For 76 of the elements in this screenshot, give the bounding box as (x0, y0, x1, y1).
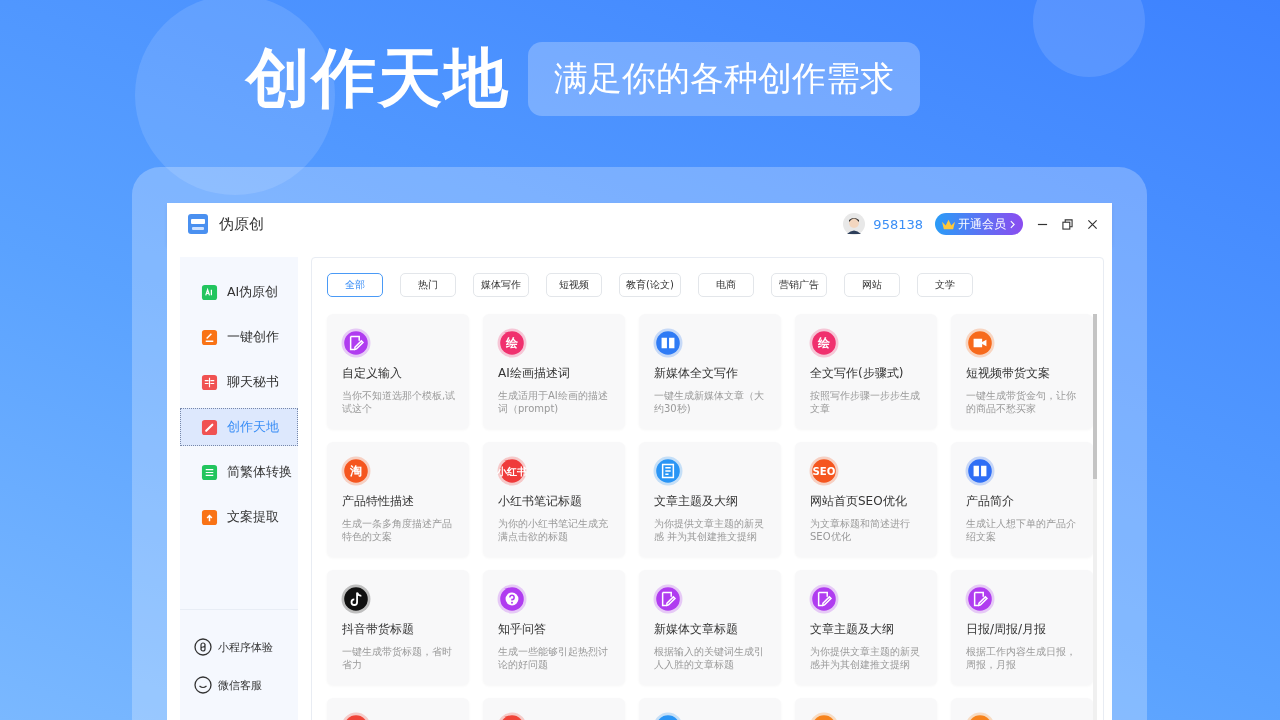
card-description: 根据输入的关键词生成引人入胜的文章标题 (654, 645, 765, 671)
category-tab[interactable]: 热门 (400, 273, 456, 297)
avatar-icon[interactable] (843, 213, 866, 235)
app-logo-icon (187, 213, 209, 235)
sidebar-link[interactable]: 微信客服 (194, 676, 298, 694)
sidebar-item[interactable]: 聊天秘书 (180, 363, 298, 401)
question-icon (497, 584, 527, 614)
category-tab[interactable]: 短视频 (546, 273, 602, 297)
close-icon[interactable] (1087, 218, 1098, 230)
tiktok-icon (341, 584, 371, 614)
badge-icon: 绘 (809, 328, 839, 358)
card-title: 日报/周报/月报 (966, 621, 1048, 638)
category-tab[interactable]: 营销广告 (770, 273, 827, 297)
template-card[interactable]: 产品简介 生成让人想下单的产品介绍文案 (951, 442, 1093, 557)
card-title: 文章主题及大纲 (654, 493, 739, 510)
category-tab[interactable]: 电商 (697, 273, 754, 297)
card-title: 抖音带货标题 (342, 621, 415, 638)
window-title: 伪原创 (219, 214, 264, 234)
card-description: 为你提供文章主题的新灵感 并为其创建推文提纲 (654, 517, 765, 543)
badge-icon: 绘 (497, 328, 527, 358)
video-icon (965, 328, 995, 358)
card-title: 网站首页SEO优化 (810, 493, 908, 510)
card-description: 为文章标题和简述进行SEO优化 (810, 517, 911, 543)
vip-button[interactable]: 开通会员 (935, 213, 1023, 235)
card-title: 产品简介 (966, 493, 1015, 510)
card-title: 小红书笔记标题 (498, 493, 583, 510)
card-description: 为你的小红书笔记生成充满点击欲的标题 (498, 517, 609, 543)
banner-title: 创作天地 (246, 40, 510, 117)
card-description: 当你不知道选那个模板,试试这个 (342, 389, 457, 415)
category-tab[interactable]: 教育(论文) (619, 273, 681, 297)
edit-icon (341, 328, 371, 358)
template-card[interactable]: 绘 AI绘画描述词 生成适用于AI绘画的描述词（prompt) (483, 314, 625, 429)
template-card[interactable]: 新媒体文章标题 根据输入的关键词生成引人入胜的文章标题 (639, 570, 781, 685)
card-title: 全文写作(步骤式) (810, 365, 905, 382)
card-description: 根据工作内容生成日报，周报，月报 (966, 645, 1077, 671)
template-card[interactable]: 自定义输入 当你不知道选那个模板,试试这个 (327, 314, 469, 429)
doc-icon (653, 456, 683, 486)
sidebar-link[interactable]: 小程序体验 (194, 638, 298, 656)
card-description: 生成适用于AI绘画的描述词（prompt) (498, 389, 609, 415)
sidebar-item[interactable]: 简繁体转换 (180, 453, 298, 491)
card-description: 为你提供文章主题的新灵感并为其创建推文提纲 (810, 645, 921, 671)
edit-icon (809, 584, 839, 614)
card-title: 新媒体全文写作 (654, 365, 739, 382)
card-title: 文章主题及大纲 (810, 621, 895, 638)
card-title: 新媒体文章标题 (654, 621, 739, 638)
book-icon (965, 456, 995, 486)
category-tab[interactable]: 媒体写作 (473, 273, 529, 297)
badge-icon: 淘 (341, 456, 371, 486)
template-card[interactable]: 文章主题及大纲 为你提供文章主题的新灵感 并为其创建推文提纲 (639, 442, 781, 557)
chat-icon (194, 676, 212, 694)
crown-icon (941, 217, 956, 231)
category-tab[interactable]: 文学 (916, 273, 973, 297)
category-tab[interactable]: 全部 (327, 273, 383, 297)
banner-subtitle: 满足你的各种创作需求 (528, 41, 920, 116)
scrollbar[interactable] (1093, 314, 1097, 720)
card-description: 生成让人想下单的产品介绍文案 (966, 517, 1077, 543)
link-icon (194, 638, 212, 656)
template-card[interactable]: 文章主题及大纲 为你提供文章主题的新灵感并为其创建推文提纲 (795, 570, 937, 685)
user-id: 958138 (873, 216, 923, 232)
sidebar-item[interactable]: 文案提取 (180, 498, 298, 536)
chevron-icon (1010, 219, 1015, 229)
edit-icon (653, 584, 683, 614)
card-title: 产品特性描述 (342, 493, 415, 510)
sidebar-item[interactable]: AI伪原创 (180, 273, 298, 311)
badge-icon: SEO (809, 456, 839, 486)
book-icon (653, 328, 683, 358)
card-title: AI绘画描述词 (498, 365, 571, 382)
card-title: 短视频带货文案 (966, 365, 1051, 382)
category-tab[interactable]: 网站 (843, 273, 900, 297)
template-card[interactable]: SEO 网站首页SEO优化 为文章标题和简述进行SEO优化 (795, 442, 937, 557)
card-title: 知乎问答 (498, 621, 547, 638)
restore-icon[interactable] (1062, 218, 1073, 230)
card-title: 自定义输入 (342, 365, 403, 382)
template-card[interactable]: 日报/周报/月报 根据工作内容生成日报，周报，月报 (951, 570, 1093, 685)
edit-icon (965, 584, 995, 614)
sidebar-item[interactable]: 一键创作 (180, 318, 298, 356)
